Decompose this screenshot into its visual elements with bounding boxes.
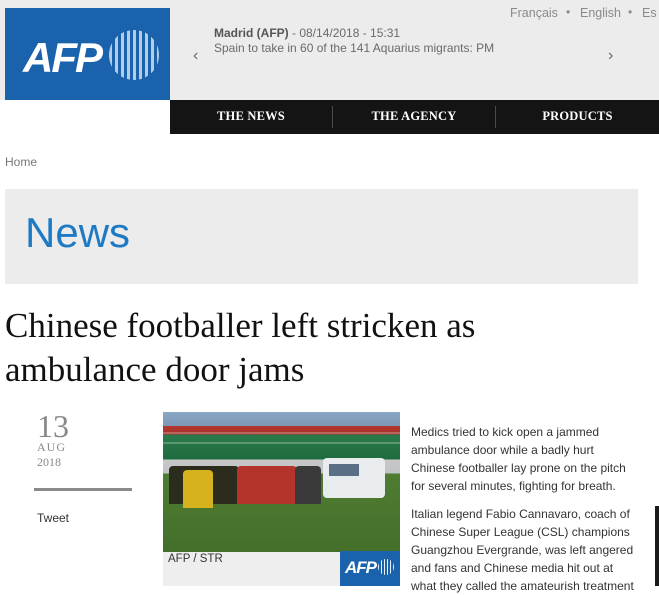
medics-group: [237, 466, 297, 504]
date-divider: [34, 488, 132, 491]
globe-icon: [378, 559, 394, 575]
section-banner: News: [5, 189, 638, 284]
article-paragraph: Italian legend Fabio Cannavaro, coach of…: [411, 507, 634, 593]
date-year: 2018: [37, 455, 61, 469]
scrollbar[interactable]: [655, 506, 659, 586]
afp-photo-badge: AFP: [340, 551, 400, 586]
date-month: AUG: [37, 440, 66, 454]
logo-text: AFP: [23, 34, 103, 81]
globe-icon: [109, 30, 159, 80]
photo-caption: AFP / STR: [168, 553, 223, 565]
stadium-seat-row: [163, 442, 400, 444]
tweet-button[interactable]: Tweet: [37, 511, 69, 525]
badge-text: AFP: [345, 558, 377, 577]
ticker-headline-link[interactable]: Spain to take in 60 of the 141 Aquarius …: [214, 41, 494, 55]
players-group: [183, 470, 213, 508]
language-separator-dot: •: [566, 5, 571, 19]
nav-item-products[interactable]: PRODUCTS: [496, 100, 659, 134]
language-link-spanish[interactable]: Es: [642, 6, 657, 20]
nav-item-the-agency[interactable]: THE AGENCY: [333, 100, 495, 134]
language-separator-dot: •: [628, 5, 633, 19]
language-link-english[interactable]: English: [580, 6, 621, 20]
chevron-left-icon[interactable]: ‹: [193, 47, 198, 65]
ambulance: [323, 458, 385, 498]
nav-item-the-news[interactable]: THE NEWS: [170, 100, 332, 134]
article-paragraph: Medics tried to kick open a jammed ambul…: [411, 425, 626, 493]
officials-group: [295, 466, 321, 504]
ambulance-window: [329, 464, 359, 476]
main-nav: THE NEWS THE AGENCY PRODUCTS: [170, 100, 659, 134]
section-title: News: [25, 209, 131, 256]
language-link-french[interactable]: Français: [510, 6, 558, 20]
chevron-right-icon[interactable]: ›: [608, 47, 613, 65]
ticker-meta: Madrid (AFP) - 08/14/2018 - 15:31: [214, 26, 400, 40]
breadcrumb-home[interactable]: Home: [5, 155, 37, 169]
article-photo[interactable]: [163, 412, 400, 552]
ticker-source: Madrid (AFP): [214, 26, 289, 40]
afp-logo[interactable]: AFP: [5, 8, 170, 100]
article-headline: Chinese footballer left stricken as ambu…: [5, 306, 476, 389]
ticker-date: - 08/14/2018 - 15:31: [288, 26, 401, 40]
stadium-seat-row: [163, 432, 400, 434]
